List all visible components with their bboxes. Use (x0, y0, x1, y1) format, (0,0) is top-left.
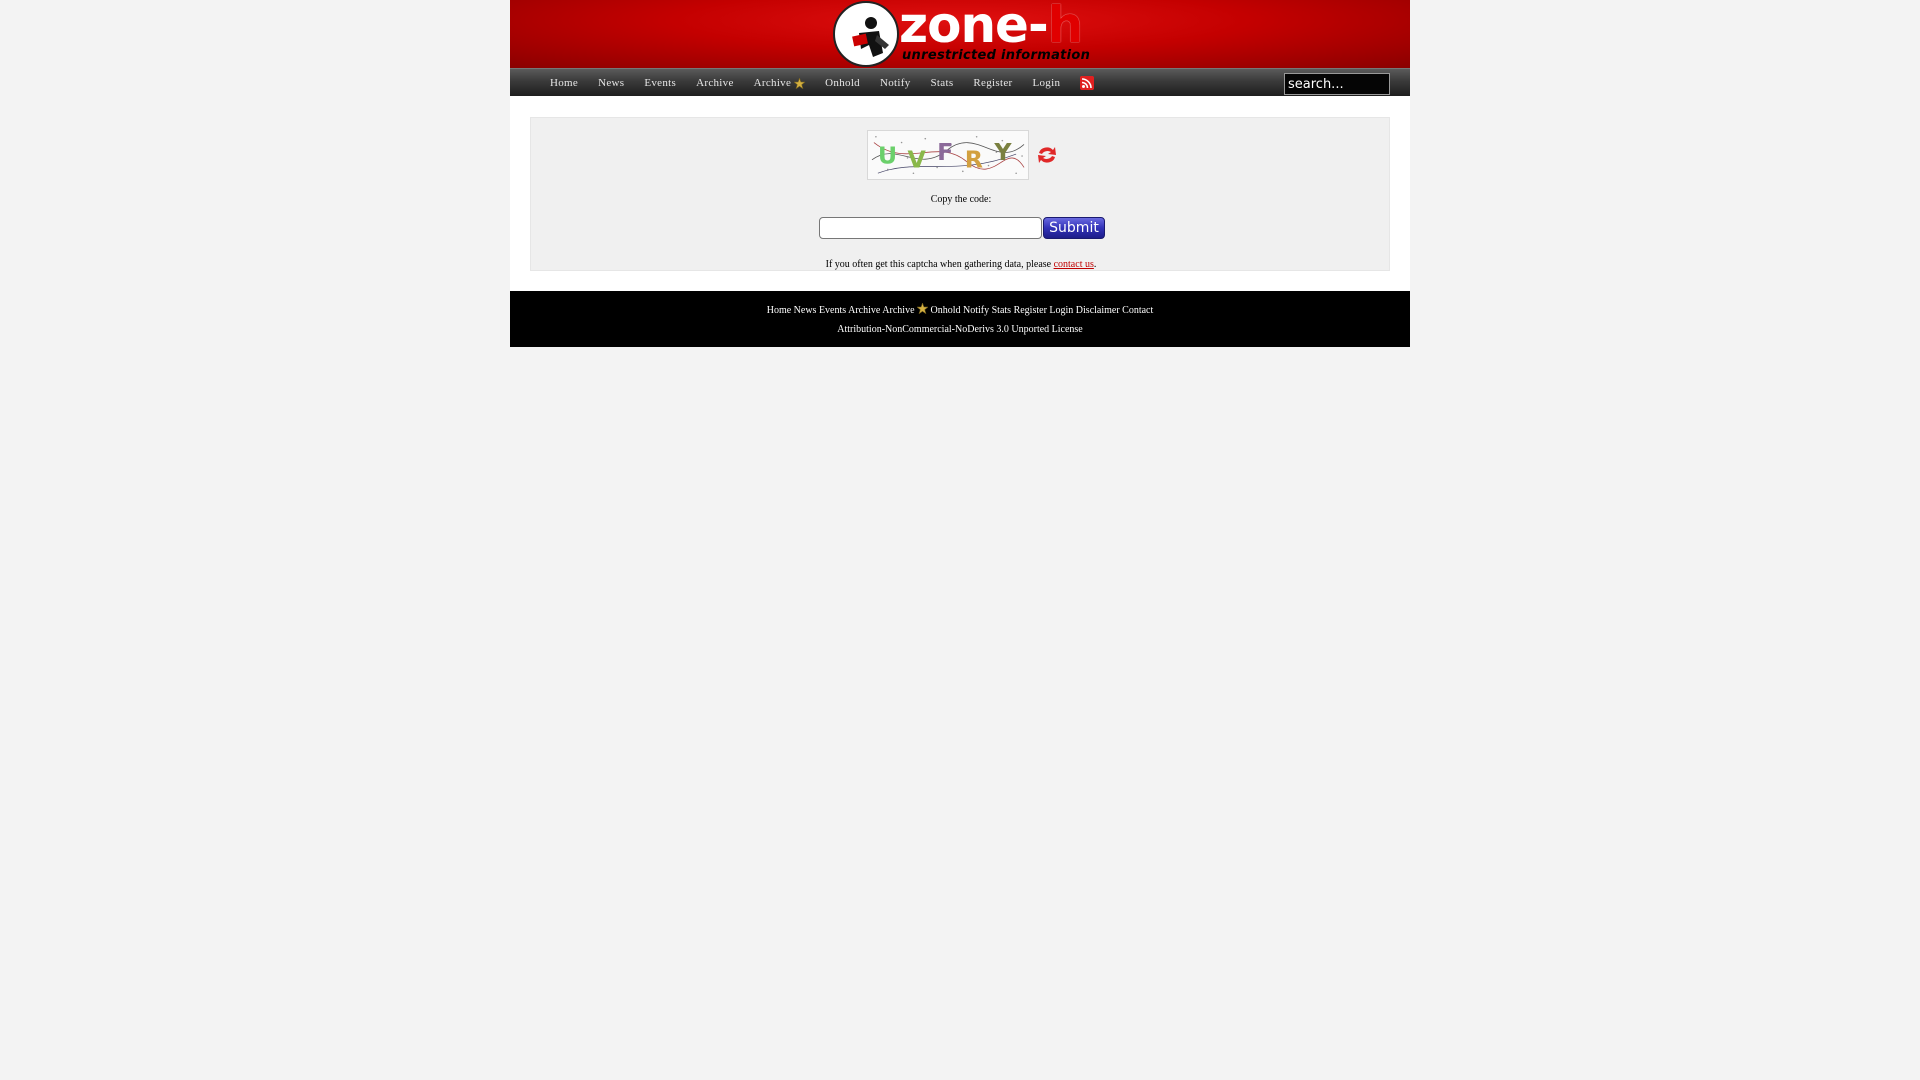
footer-link-home[interactable]: Home (767, 305, 791, 316)
rss-icon (1080, 76, 1095, 90)
nav-label: Events (644, 77, 677, 89)
footer-link-register[interactable]: Register (1014, 305, 1047, 316)
footer-link-events[interactable]: Events (819, 305, 846, 316)
site-logo[interactable]: zone-h unrestricted information (831, 0, 1093, 68)
nav-label: Register (973, 77, 1013, 89)
logo-figure-icon (852, 17, 889, 57)
logo-wordmark: zone-h (899, 0, 1084, 54)
star-icon (916, 302, 929, 315)
nav-rss[interactable] (1080, 76, 1095, 90)
notice-end: . (1093, 259, 1097, 270)
nav-label: Archive (696, 77, 734, 89)
nav-onhold[interactable]: Onhold (825, 77, 860, 89)
nav-home[interactable]: Home (550, 77, 578, 89)
nav-stats[interactable]: Stats (931, 77, 954, 89)
copy-code-label: Copy the code: (930, 194, 992, 205)
footer-links: Home News Events Archive Archive Onhold … (510, 302, 1410, 316)
page-container: zone-h unrestricted information Home New… (510, 0, 1410, 347)
nav-label: Login (1032, 77, 1061, 89)
nav-label: Stats (930, 77, 954, 89)
nav-news[interactable]: News (598, 77, 624, 89)
captcha-notice: If you often get this captcha when gathe… (531, 259, 1391, 270)
svg-text:V: V (908, 146, 926, 174)
footer-link-onhold[interactable]: Onhold (931, 305, 961, 316)
nav-label: News (598, 77, 625, 89)
nav-login[interactable]: Login (1032, 77, 1060, 89)
nav-special-archive[interactable]: Archive (754, 77, 806, 89)
captcha-code-input[interactable] (819, 217, 1042, 239)
logo-tagline: unrestricted information (902, 48, 1091, 63)
svg-text:U: U (878, 142, 897, 170)
footer-link-login[interactable]: Login (1049, 305, 1073, 316)
nav-register[interactable]: Register (973, 77, 1012, 89)
nav-label: Notify (879, 77, 911, 89)
footer-link-notify[interactable]: Notify (963, 305, 989, 316)
footer-link-special-archive[interactable]: Archive (882, 302, 930, 316)
captcha-panel: U V F R Y Copy the code: Submit If you o… (530, 117, 1390, 271)
nav-archive[interactable]: Archive (696, 77, 734, 89)
header-banner: zone-h unrestricted information (510, 0, 1410, 68)
footer-link-contact[interactable]: Contact (1122, 305, 1153, 316)
nav-label: Archive (753, 77, 792, 89)
svg-text:Y: Y (993, 138, 1012, 166)
captcha-image: U V F R Y (867, 130, 1029, 180)
nav-notify[interactable]: Notify (880, 77, 911, 89)
main-nav: Home News Events Archive Archive Onhold … (510, 68, 1410, 96)
notice-text: If you often get this captcha when gathe… (825, 259, 1054, 270)
footer-link-archive[interactable]: Archive (848, 305, 880, 316)
logo-emblem (833, 1, 899, 67)
footer-link-label: Archive (882, 305, 915, 316)
star-icon (794, 77, 806, 89)
search-input[interactable] (1284, 73, 1390, 95)
nav-label: Home (550, 77, 579, 89)
footer-link-disclaimer[interactable]: Disclaimer (1076, 305, 1120, 316)
contact-us-link[interactable]: contact us (1054, 259, 1094, 270)
svg-text:R: R (965, 146, 983, 174)
logo-word-accent: h (1047, 0, 1084, 54)
svg-text:F: F (937, 138, 953, 166)
logo-word-main: zone- (899, 0, 1049, 54)
nav-label: Onhold (825, 77, 860, 89)
footer-link-stats[interactable]: Stats (992, 305, 1011, 316)
nav-list: Home News Events Archive Archive Onhold … (550, 69, 1114, 97)
footer-link-news[interactable]: News (794, 305, 817, 316)
refresh-icon[interactable] (1036, 145, 1058, 165)
license-text: Attribution-NonCommercial-NoDerivs 3.0 U… (837, 324, 1083, 335)
nav-events[interactable]: Events (644, 77, 676, 89)
submit-button[interactable]: Submit (1043, 217, 1105, 239)
footer: Home News Events Archive Archive Onhold … (510, 291, 1410, 347)
